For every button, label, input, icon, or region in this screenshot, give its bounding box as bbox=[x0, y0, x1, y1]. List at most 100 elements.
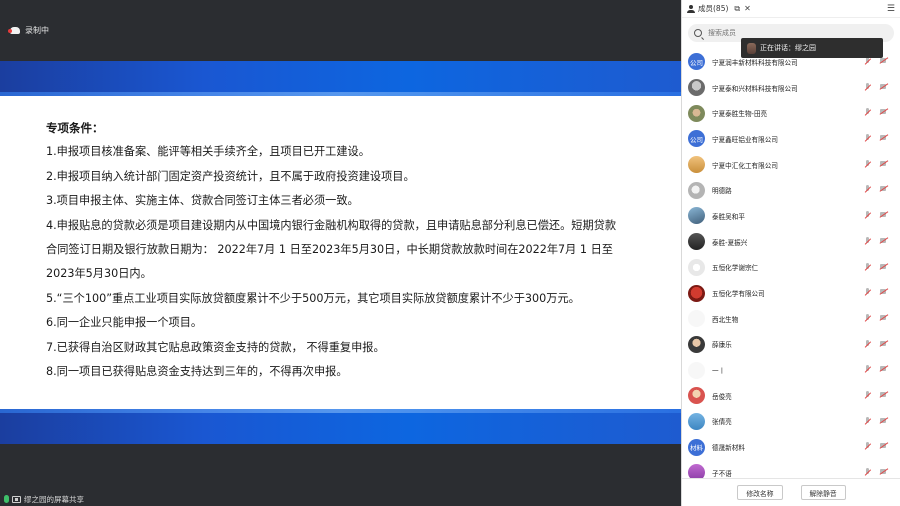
avatar: 公司 bbox=[688, 53, 705, 71]
member-status-icons bbox=[864, 82, 889, 92]
member-row[interactable]: 宁夏泰和兴材料科技有限公司 bbox=[682, 75, 900, 101]
member-status-icons bbox=[864, 442, 889, 451]
muted-mic-icon[interactable] bbox=[864, 365, 871, 374]
camera-off-icon[interactable] bbox=[880, 340, 889, 347]
avatar bbox=[688, 284, 705, 302]
member-status-icons bbox=[864, 159, 889, 169]
share-status-bar: 缪之园的屏幕共享 bbox=[0, 492, 681, 506]
rename-button[interactable]: 修改名称 bbox=[737, 485, 783, 500]
camera-off-icon[interactable] bbox=[880, 314, 889, 321]
muted-mic-icon[interactable] bbox=[864, 288, 871, 297]
muted-mic-icon[interactable] bbox=[864, 313, 871, 323]
camera-off-icon[interactable] bbox=[880, 263, 889, 270]
muted-mic-icon[interactable] bbox=[864, 159, 871, 169]
slide-heading: 专项条件： bbox=[46, 121, 104, 135]
members-panel-header: 成员(85) ⧉ ✕ ☰ bbox=[682, 0, 900, 18]
avatar bbox=[688, 361, 705, 379]
member-name: 五恒化学有限公司 bbox=[712, 290, 765, 299]
camera-off-icon[interactable] bbox=[880, 185, 889, 192]
camera-off-icon[interactable] bbox=[880, 160, 889, 167]
share-status-label: 缪之园的屏幕共享 bbox=[24, 494, 84, 504]
mic-icon[interactable] bbox=[4, 495, 9, 503]
member-row[interactable]: 子不语 bbox=[682, 460, 900, 479]
muted-mic-icon[interactable] bbox=[864, 339, 871, 349]
speaking-indicator: 正在讲话：缪之园 bbox=[741, 38, 883, 58]
member-row[interactable]: 宁夏泰胜生物-田亮 bbox=[682, 100, 900, 126]
camera-off-icon[interactable] bbox=[880, 391, 889, 398]
member-name: 一丨 bbox=[712, 367, 726, 376]
camera-off-icon[interactable] bbox=[880, 108, 889, 115]
member-row[interactable]: 西北生物 bbox=[682, 306, 900, 332]
members-title: 成员(85) bbox=[698, 4, 729, 13]
member-name: 岳俊亮 bbox=[712, 392, 732, 401]
member-name: 宁夏中汇化工有限公司 bbox=[712, 161, 778, 170]
avatar bbox=[688, 181, 705, 199]
members-panel: 成员(85) ⧉ ✕ ☰ 正在讲话：缪之园 公司宁夏润丰新材料科技有限公司宁夏泰… bbox=[681, 0, 900, 506]
slide-line: 合同签订日期及银行放款日期为： 2022年7月 1 日至2023年5月30日，中… bbox=[46, 243, 613, 257]
member-row[interactable]: 一丨 bbox=[682, 357, 900, 383]
muted-mic-icon[interactable] bbox=[864, 236, 871, 246]
member-name: 泰胜吴和平 bbox=[712, 212, 745, 221]
camera-off-icon[interactable] bbox=[880, 417, 889, 424]
close-icon[interactable]: ✕ bbox=[744, 4, 751, 14]
member-row[interactable]: 五恒化学谢宗仁 bbox=[682, 255, 900, 281]
menu-icon[interactable]: ☰ bbox=[887, 4, 895, 14]
member-row[interactable]: 薛康乐 bbox=[682, 332, 900, 358]
member-status-icons bbox=[864, 134, 889, 143]
member-row[interactable]: 材料 德晟新材料 bbox=[682, 434, 900, 460]
member-status-icons bbox=[864, 416, 889, 426]
camera-off-icon[interactable] bbox=[880, 365, 889, 372]
camera-off-icon[interactable] bbox=[880, 288, 889, 295]
slide-line: 4.申报贴息的贷款必须是项目建设期内从中国境内银行金融机构取得的贷款，且申请贴息… bbox=[46, 218, 617, 232]
member-row[interactable]: 泰胜吴和平 bbox=[682, 203, 900, 229]
member-name: 五恒化学谢宗仁 bbox=[712, 264, 759, 273]
avatar bbox=[688, 156, 705, 174]
muted-mic-icon[interactable] bbox=[864, 185, 871, 194]
member-status-icons bbox=[864, 185, 889, 194]
slide-line: 1.申报项目核准备案、能评等相关手续齐全，且项目已开工建设。 bbox=[46, 145, 370, 159]
speaker-avatar bbox=[747, 42, 756, 54]
recording-label: 录制中 bbox=[25, 26, 49, 35]
muted-mic-icon[interactable] bbox=[864, 211, 871, 220]
slide-content: 专项条件： 1.申报项目核准备案、能评等相关手续齐全，且项目已开工建设。 2.申… bbox=[46, 116, 671, 384]
member-name: 宁夏润丰新材料科技有限公司 bbox=[712, 58, 798, 67]
avatar bbox=[688, 412, 705, 430]
muted-mic-icon[interactable] bbox=[864, 416, 871, 426]
popout-icon[interactable]: ⧉ bbox=[734, 4, 740, 14]
member-status-icons bbox=[864, 390, 889, 400]
member-row[interactable]: 宁夏中汇化工有限公司 bbox=[682, 152, 900, 178]
muted-mic-icon[interactable] bbox=[864, 442, 871, 451]
camera-off-icon[interactable] bbox=[880, 83, 889, 90]
member-row[interactable]: 岳俊亮 bbox=[682, 383, 900, 409]
camera-off-icon[interactable] bbox=[880, 237, 889, 244]
member-name: 宁夏鑫旺铝业有限公司 bbox=[712, 135, 778, 144]
muted-mic-icon[interactable] bbox=[864, 262, 871, 272]
muted-mic-icon[interactable] bbox=[864, 134, 871, 143]
slide-line: 2023年5月30日内。 bbox=[46, 267, 152, 281]
slide-line: 8.同一项目已获得贴息资金支持达到三年的，不得再次申报。 bbox=[46, 365, 348, 379]
avatar bbox=[688, 387, 705, 405]
member-row[interactable]: 张倩亮 bbox=[682, 409, 900, 435]
members-panel-footer: 修改名称 解除静音 bbox=[682, 478, 900, 506]
member-row[interactable]: 泰胜-夏振兴 bbox=[682, 229, 900, 255]
search-input[interactable] bbox=[708, 29, 858, 37]
muted-mic-icon[interactable] bbox=[864, 57, 871, 66]
member-row[interactable]: 五恒化学有限公司 bbox=[682, 280, 900, 306]
camera-off-icon[interactable] bbox=[880, 468, 889, 475]
member-name: 西北生物 bbox=[712, 315, 739, 324]
camera-off-icon[interactable] bbox=[880, 442, 889, 449]
member-row[interactable]: 公司 宁夏鑫旺铝业有限公司 bbox=[682, 126, 900, 152]
muted-mic-icon[interactable] bbox=[864, 468, 871, 477]
unmute-button[interactable]: 解除静音 bbox=[800, 485, 846, 500]
camera-off-icon[interactable] bbox=[880, 57, 889, 64]
camera-off-icon[interactable] bbox=[880, 211, 889, 218]
muted-mic-icon[interactable] bbox=[864, 390, 871, 400]
camera-off-icon[interactable] bbox=[880, 134, 889, 141]
muted-mic-icon[interactable] bbox=[864, 108, 871, 117]
slide-line: 5.“三个100”重点工业项目实际放贷额度累计不少于500万元，其它项目实际放贷… bbox=[46, 291, 580, 305]
muted-mic-icon[interactable] bbox=[864, 82, 871, 92]
member-row[interactable]: 明德路 bbox=[682, 177, 900, 203]
member-status-icons bbox=[864, 57, 889, 66]
member-name: 泰胜-夏振兴 bbox=[712, 238, 748, 247]
member-name: 德晟新材料 bbox=[712, 444, 745, 453]
